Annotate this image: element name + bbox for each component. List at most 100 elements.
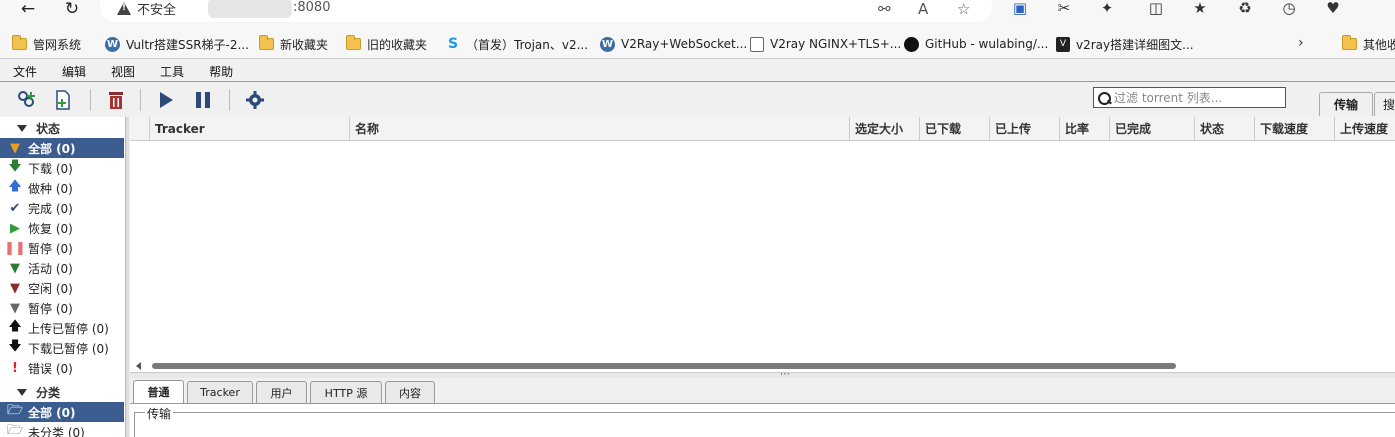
browser-toolbar: ← ↻ 不安全 :8080 ⚯ A ☆ ▣ ✂ ✦ ◫ ★ ♻ ◷ ♥ [0,0,1395,30]
tab-general[interactable]: 普通 [133,380,184,403]
tab-content[interactable]: 内容 [385,381,435,403]
splitter-grip-icon[interactable]: ⋯ [780,370,790,380]
resume-button[interactable] [153,87,179,113]
key-icon[interactable]: ⚯ [878,0,891,18]
add-torrent-link-button[interactable] [14,87,40,113]
favorites-icon[interactable]: ★ [1191,0,1209,17]
bookmark-item[interactable]: V2ray NGINX+TLS+... [750,35,901,53]
bookmark-item[interactable]: W Vultr搭建SSR梯子-2... [105,35,249,53]
status-filter-stalled-downloading[interactable]: 🡇 下载已暂停 (0) [0,338,124,358]
column-uploaded[interactable]: 已上传 [990,117,1060,141]
menu-bar: 文件 编辑 视图 工具 帮助 [0,63,245,81]
bookmark-item[interactable]: 其他收 [1342,35,1395,53]
panel-splitter[interactable] [130,372,1395,378]
status-filter-stalled[interactable]: ▼ 暂停 (0) [0,298,124,318]
toolbar-divider [229,89,230,111]
tab-trackers[interactable]: Tracker [187,381,253,403]
filters-sidebar: 状态 ▼ 全部 (0) 🡇 下载 (0) 🡅 做种 (0) ✔ 完成 (0) ▶… [0,117,126,437]
bookmark-item[interactable]: S （首发）Trojan、v2... [446,35,588,53]
bookmark-item[interactable]: GitHub - wulabing/... [904,35,1048,53]
pause-icon [196,92,210,108]
scissors-icon[interactable]: ✂ [1055,0,1073,17]
column-downloaded[interactable]: 已下载 [920,117,990,141]
torrent-filter-input-wrapper[interactable] [1093,87,1286,108]
tab-peers[interactable]: 用户 [256,381,307,403]
tab-http-sources[interactable]: HTTP 源 [310,381,382,403]
favorite-star-icon[interactable]: ☆ [957,0,970,18]
horizontal-scrollbar[interactable] [130,360,1395,372]
menu-file[interactable]: 文件 [0,63,49,81]
security-indicator[interactable]: 不安全 [117,0,176,18]
status-filter-stalled-uploading[interactable]: 🡅 上传已暂停 (0) [0,318,124,338]
torrent-filter-input[interactable] [1114,88,1274,107]
torrent-list: Tracker 名称 选定大小 已下载 已上传 比率 已完成 状态 下载速度 上… [130,117,1395,365]
status-filter-inactive[interactable]: ▼ 空闲 (0) [0,278,124,298]
category-filter-all[interactable]: 🗁 全部 (0) [0,402,124,422]
gear-icon [246,91,264,109]
category-filter-uncategorized[interactable]: 🗁 未分类 (0) [0,422,124,437]
chevron-right-icon[interactable]: › [1298,35,1304,51]
menu-view[interactable]: 视图 [98,63,147,81]
tab-search[interactable]: 搜 [1374,92,1395,116]
tab-transfers[interactable]: 传输 [1319,92,1373,116]
column-completed[interactable]: 已完成 [1110,117,1195,141]
column-name[interactable]: 名称 [350,117,850,141]
menu-edit[interactable]: 编辑 [49,63,98,81]
split-screen-icon[interactable]: ◫ [1147,0,1165,17]
read-aloud-icon[interactable]: A [918,0,928,18]
transfer-legend: 传输 [145,405,174,422]
bookmark-item[interactable]: W V2Ray+WebSocket... [600,35,747,53]
torrent-list-header: Tracker 名称 选定大小 已下载 已上传 比率 已完成 状态 下载速度 上… [130,117,1395,141]
github-icon [904,36,919,52]
status-filter-paused[interactable]: ❚❚ 暂停 (0) [0,238,124,258]
browser-window: ← ↻ 不安全 :8080 ⚯ A ☆ ▣ ✂ ✦ ◫ ★ ♻ ◷ ♥ 管网系统… [0,0,1395,437]
play-icon: ▶ [10,220,20,236]
scrollbar-thumb[interactable] [152,363,1176,369]
sidebar-splitter[interactable] [126,117,129,437]
menu-tools[interactable]: 工具 [147,63,196,81]
bookmark-item[interactable]: 旧的收藏夹 [346,35,427,53]
status-header[interactable]: 状态 [0,119,60,137]
back-icon[interactable]: ← [13,0,43,18]
reload-icon[interactable]: ↻ [57,0,87,18]
status-filter-downloading[interactable]: 🡇 下载 (0) [0,158,124,178]
options-button[interactable] [242,87,268,113]
status-filter-errored[interactable]: ! 错误 (0) [0,358,124,378]
category-header[interactable]: 分类 [0,383,60,401]
folder-icon [346,35,361,50]
collections-icon[interactable]: ♻ [1236,0,1254,17]
extensions-puzzle-icon[interactable]: ✦ [1098,0,1116,17]
status-filter-resumed[interactable]: ▶ 恢复 (0) [0,218,124,238]
pause-button[interactable] [190,87,216,113]
performance-icon[interactable]: ♥ [1324,0,1342,17]
toolbar-divider [90,89,91,111]
v2ray-icon: V [1056,36,1070,52]
properties-tabs: 普通 Tracker 用户 HTTP 源 内容 [130,379,1395,403]
column-tracker[interactable]: Tracker [150,117,350,141]
status-filter-seeding[interactable]: 🡅 做种 (0) [0,178,124,198]
folder-icon [12,35,27,50]
bookmark-item[interactable]: V v2ray搭建详细图文... [1056,35,1194,53]
column-ratio[interactable]: 比率 [1060,117,1110,141]
trash-icon [109,92,123,109]
column-handle[interactable] [130,117,150,141]
menu-help[interactable]: 帮助 [196,63,245,81]
folder-icon [1342,35,1357,50]
arrow-up-icon: 🡅 [8,179,22,194]
extension-shield-icon[interactable]: ▣ [1011,0,1029,17]
add-torrent-file-button[interactable] [50,87,76,113]
bookmark-item[interactable]: 管网系统 [12,35,81,53]
status-filter-completed[interactable]: ✔ 完成 (0) [0,198,124,218]
filter-active-icon: ▼ [10,260,20,276]
history-icon[interactable]: ◷ [1280,0,1298,17]
column-download-speed[interactable]: 下载速度 [1255,117,1335,141]
delete-button[interactable] [103,87,129,113]
status-filter-all[interactable]: ▼ 全部 (0) [0,138,124,158]
column-selected-size[interactable]: 选定大小 [850,117,920,141]
bookmark-item[interactable]: 新收藏夹 [259,35,328,53]
status-filter-active[interactable]: ▼ 活动 (0) [0,258,124,278]
column-status[interactable]: 状态 [1195,117,1255,141]
wordpress-icon: W [600,36,615,52]
scroll-left-icon[interactable] [136,362,141,370]
column-upload-speed[interactable]: 上传速度 [1335,117,1395,141]
